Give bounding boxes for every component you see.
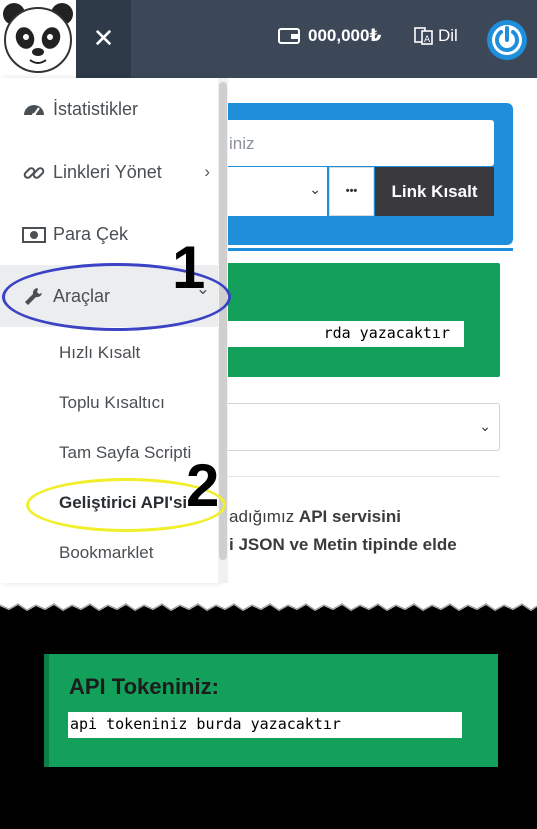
sidebar-subitem-full-page-script[interactable]: Tam Sayfa Scripti	[59, 443, 191, 463]
token-field-preview[interactable]: rda yazacaktır	[214, 321, 464, 347]
translate-icon: A	[414, 27, 433, 45]
annotation-step-2: 2	[186, 452, 220, 519]
more-options-button[interactable]: •••	[329, 167, 374, 216]
sidebar-subitem-bookmarklet[interactable]: Bookmarklet	[59, 543, 153, 563]
balance-amount: 000,000₺	[308, 26, 382, 45]
link-icon	[23, 167, 45, 179]
sidebar-item-label: Para Çek	[53, 223, 129, 244]
sidebar-subitem-bulk-shortener[interactable]: Toplu Kısaltıcı	[59, 393, 165, 413]
format-select[interactable]: ⌄	[214, 403, 500, 451]
close-icon: ✕	[92, 24, 115, 54]
sidebar-item-statistics[interactable]: İstatistikler	[0, 78, 218, 140]
annotation-step-1: 1	[172, 234, 206, 301]
api-token-title: API Tokeniniz:	[69, 674, 219, 699]
language-selector[interactable]: A Dil	[414, 26, 458, 46]
shorten-link-button[interactable]: Link Kısalt	[375, 167, 494, 216]
sidebar-subitem-quick-shorten[interactable]: Hızlı Kısalt	[59, 343, 140, 363]
dashboard-icon	[24, 105, 44, 117]
svg-text:A: A	[424, 35, 431, 45]
wallet-balance[interactable]: 000,000₺	[278, 26, 381, 46]
chevron-down-icon: ⌄	[479, 418, 491, 434]
user-menu-button[interactable]	[484, 19, 530, 61]
token-preview-text: rda yazacaktır	[323, 324, 450, 342]
money-icon	[22, 227, 46, 243]
divider	[214, 476, 500, 477]
panda-logo[interactable]	[0, 0, 76, 78]
description-text: adığımız	[229, 507, 299, 526]
api-token-field[interactable]: api tokeniniz burda yazacaktır	[68, 712, 462, 738]
sidebar-scrollbar-thumb[interactable]	[219, 82, 227, 560]
description-bold: API servisini	[298, 507, 401, 526]
wallet-icon	[278, 28, 300, 44]
chevron-down-icon: ⌄	[309, 181, 321, 197]
shorten-link-label: Link Kısalt	[391, 181, 478, 201]
api-token-panel	[44, 654, 498, 767]
sidebar-item-label: Linkleri Yönet	[53, 161, 162, 182]
url-input[interactable]: iniz	[215, 120, 494, 166]
language-label: Dil	[438, 26, 458, 45]
sidebar-item-label: İstatistikler	[53, 98, 139, 119]
power-icon	[487, 20, 527, 60]
ellipsis-icon: •••	[345, 185, 358, 197]
token-box	[200, 263, 500, 377]
chevron-right-icon: ›	[204, 162, 210, 181]
domain-select[interactable]: ⌄	[215, 167, 327, 216]
sidebar-item-manage-links[interactable]: Linkleri Yönet ›	[0, 141, 218, 203]
api-description-line1: adığımız API servisini	[229, 507, 401, 527]
url-input-placeholder: iniz	[229, 134, 255, 153]
api-description-line2: i JSON ve Metin tipinde elde	[229, 535, 457, 554]
close-menu-button[interactable]: ✕	[76, 0, 131, 78]
top-navbar: ✕ 000,000₺ A Dil	[0, 0, 537, 78]
